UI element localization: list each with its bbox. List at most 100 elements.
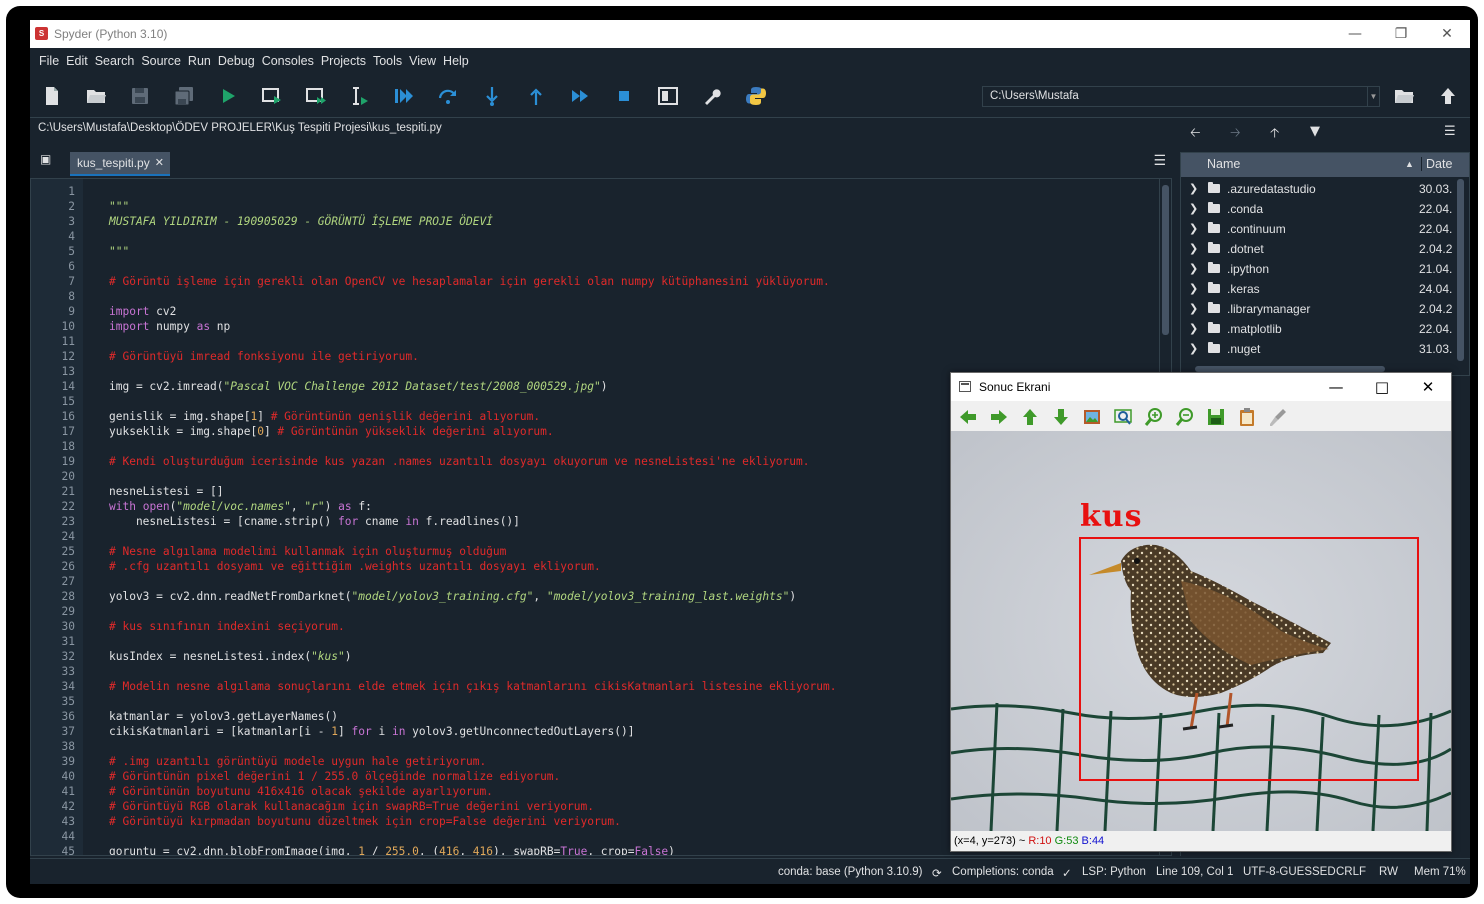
code-line[interactable]: 3 MUSTAFA YILDIRIM - 190905029 - GÖRÜNTÜ …: [31, 214, 1151, 229]
menu-file[interactable]: File: [36, 54, 62, 68]
stop-icon[interactable]: [610, 82, 638, 110]
pan-right-icon[interactable]: [988, 406, 1010, 428]
maximize-button[interactable]: □: [1359, 376, 1405, 398]
up-arrow-icon[interactable]: 🡡: [1270, 124, 1279, 146]
explorer-options-icon[interactable]: ☰: [1444, 124, 1456, 139]
column-date-header[interactable]: Date: [1421, 157, 1452, 171]
code-line[interactable]: 9 import cv2: [31, 304, 1151, 319]
menu-debug[interactable]: Debug: [215, 54, 258, 68]
step-into-icon[interactable]: [478, 82, 506, 110]
menu-tools[interactable]: Tools: [370, 54, 405, 68]
run-selection-icon[interactable]: [346, 82, 374, 110]
menu-run[interactable]: Run: [185, 54, 214, 68]
code-token: """: [109, 245, 130, 258]
properties-icon[interactable]: [1267, 406, 1289, 428]
editor-options-icon[interactable]: ☰: [1153, 152, 1166, 169]
minimize-button[interactable]: —: [1332, 20, 1378, 48]
chevron-right-icon[interactable]: ❯: [1189, 299, 1198, 319]
file-row[interactable]: ❯ .ipython 21.04.: [1181, 259, 1469, 279]
file-explorer-vscrollbar[interactable]: [1455, 177, 1467, 363]
working-directory-combo[interactable]: C:\Users\Mustafa ▼: [982, 86, 1380, 107]
code-line[interactable]: 12 # Görüntüyü imread fonksiyonu ile geti…: [31, 349, 1151, 364]
menu-projects[interactable]: Projects: [318, 54, 369, 68]
chevron-right-icon[interactable]: ❯: [1189, 259, 1198, 279]
step-return-icon[interactable]: [522, 82, 550, 110]
file-row[interactable]: ❯ .librarymanager 2.04.2: [1181, 299, 1469, 319]
chevron-down-icon[interactable]: ▼: [1367, 87, 1379, 106]
code-line[interactable]: 10 import numpy as np: [31, 319, 1151, 334]
file-row[interactable]: ❯ .keras 24.04.: [1181, 279, 1469, 299]
file-row[interactable]: ❯ .continuum 22.04.: [1181, 219, 1469, 239]
file-row[interactable]: ❯ .conda 22.04.: [1181, 199, 1469, 219]
status-conda[interactable]: conda: base (Python 3.10.9): [778, 866, 923, 878]
scrollbar-thumb[interactable]: [1457, 179, 1464, 361]
code-line[interactable]: 11: [31, 334, 1151, 349]
back-arrow-icon[interactable]: 🡠: [1190, 124, 1201, 146]
save-all-icon[interactable]: [170, 82, 198, 110]
code-token: ]: [257, 410, 271, 423]
zoom-in-icon[interactable]: [1143, 406, 1165, 428]
debug-icon[interactable]: [390, 82, 418, 110]
status-lsp[interactable]: LSP: Python: [1082, 866, 1146, 878]
python-path-icon[interactable]: [742, 82, 770, 110]
step-icon[interactable]: [434, 82, 462, 110]
code-line[interactable]: 6: [31, 259, 1151, 274]
code-line[interactable]: 2 """: [31, 199, 1151, 214]
pan-down-icon[interactable]: [1050, 406, 1072, 428]
menu-edit[interactable]: Edit: [63, 54, 91, 68]
close-tab-icon[interactable]: ✕: [155, 152, 164, 174]
file-row[interactable]: ❯ .dotnet 2.04.2: [1181, 239, 1469, 259]
image-icon[interactable]: [1081, 406, 1103, 428]
parent-directory-icon[interactable]: [1434, 82, 1462, 110]
scrollbar-thumb[interactable]: [1162, 185, 1169, 335]
minimize-button[interactable]: —: [1313, 376, 1359, 398]
chevron-right-icon[interactable]: ❯: [1189, 319, 1198, 339]
run-cell-advance-icon[interactable]: [302, 82, 330, 110]
run-icon[interactable]: [214, 82, 242, 110]
status-completions[interactable]: Completions: conda: [952, 866, 1054, 878]
close-window-button[interactable]: ✕: [1424, 20, 1470, 48]
open-file-icon[interactable]: [82, 82, 110, 110]
run-cell-icon[interactable]: [258, 82, 286, 110]
chevron-right-icon[interactable]: ❯: [1189, 219, 1198, 239]
close-button[interactable]: ✕: [1405, 376, 1451, 398]
menu-source[interactable]: Source: [138, 54, 184, 68]
zoom-out-icon[interactable]: [1174, 406, 1196, 428]
new-window-icon[interactable]: ▣: [40, 152, 51, 166]
menu-help[interactable]: Help: [440, 54, 472, 68]
save-image-icon[interactable]: [1205, 406, 1227, 428]
restore-button[interactable]: ❐: [1378, 20, 1424, 48]
file-row[interactable]: ❯ .azuredatastudio 30.03.: [1181, 179, 1469, 199]
maximize-pane-icon[interactable]: [654, 82, 682, 110]
menu-view[interactable]: View: [406, 54, 439, 68]
tab-kus-tespiti[interactable]: kus_tespiti.py ✕: [70, 152, 170, 176]
save-icon[interactable]: [126, 82, 154, 110]
forward-arrow-icon[interactable]: 🡢: [1230, 124, 1241, 146]
chevron-right-icon[interactable]: ❯: [1189, 239, 1198, 259]
file-row[interactable]: ❯ .nuget 31.03.: [1181, 339, 1469, 359]
pan-left-icon[interactable]: [957, 406, 979, 428]
chevron-right-icon[interactable]: ❯: [1189, 339, 1198, 359]
chevron-right-icon[interactable]: ❯: [1189, 179, 1198, 199]
preferences-icon[interactable]: [698, 82, 726, 110]
file-row[interactable]: ❯ .matplotlib 22.04.: [1181, 319, 1469, 339]
code-line[interactable]: 5 """: [31, 244, 1151, 259]
browse-folder-icon[interactable]: [1390, 82, 1418, 110]
menu-search[interactable]: Search: [92, 54, 138, 68]
new-file-icon[interactable]: [38, 82, 66, 110]
detection-result-image[interactable]: kus: [951, 431, 1451, 831]
code-line[interactable]: 8: [31, 289, 1151, 304]
chevron-right-icon[interactable]: ❯: [1189, 279, 1198, 299]
code-line[interactable]: 4: [31, 229, 1151, 244]
column-name-header[interactable]: Name: [1207, 157, 1240, 171]
filter-icon[interactable]: ▼: [1310, 124, 1320, 139]
copy-clipboard-icon[interactable]: [1236, 406, 1258, 428]
code-line[interactable]: 7 # Görüntü işleme için gerekli olan Open…: [31, 274, 1151, 289]
continue-icon[interactable]: [566, 82, 594, 110]
menu-consoles[interactable]: Consoles: [259, 54, 317, 68]
pan-up-icon[interactable]: [1019, 406, 1041, 428]
code-token: nesneListesi = [cname.strip(): [109, 515, 339, 528]
chevron-right-icon[interactable]: ❯: [1189, 199, 1198, 219]
code-line[interactable]: 1: [31, 184, 1151, 199]
zoom-fit-icon[interactable]: [1112, 406, 1134, 428]
